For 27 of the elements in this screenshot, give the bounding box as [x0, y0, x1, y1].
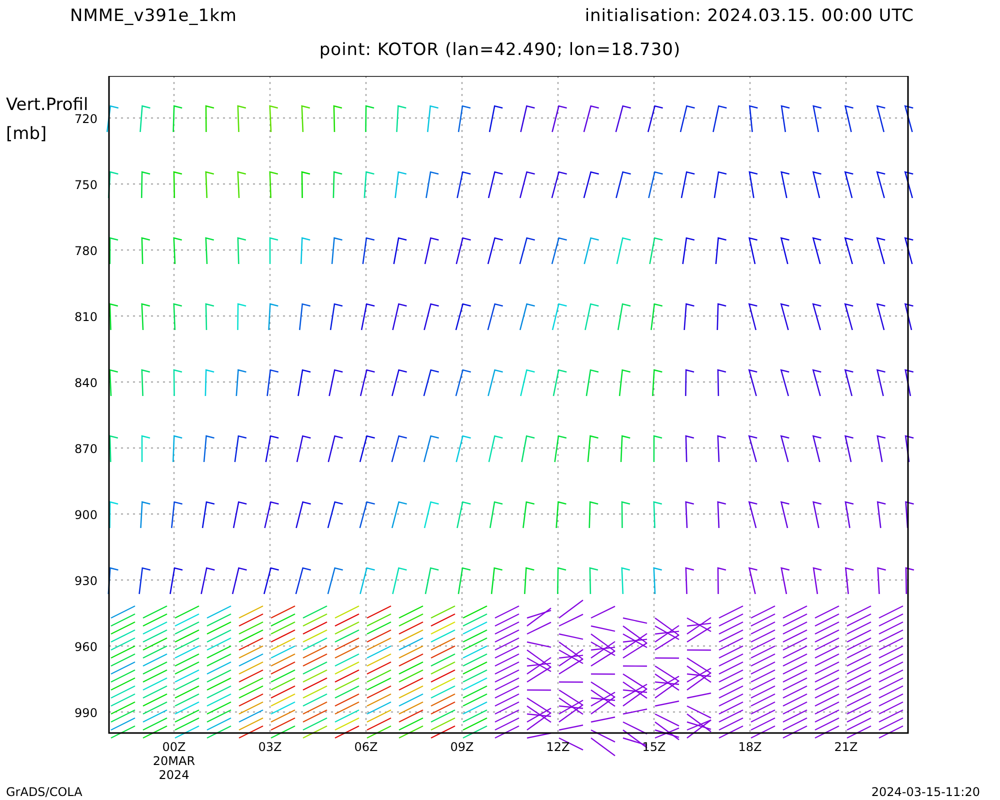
- x-axis-label: 06Z: [354, 740, 378, 754]
- y-axis-label: 810: [74, 310, 98, 324]
- x-axis-label: 12Z: [546, 740, 570, 754]
- x-axis-label: 03Z: [258, 740, 282, 754]
- software-credit: GrADS/COLA: [6, 785, 82, 799]
- x-axis-label: 15Z: [642, 740, 666, 754]
- initialisation-time: initialisation: 2024.03.15. 00:00 UTC: [584, 6, 914, 28]
- y-axis-title: Vert.Profil: [6, 95, 88, 115]
- model-name: NMME_v391e_1km: [70, 6, 237, 28]
- y-axis-label: 900: [74, 508, 98, 522]
- y-axis-label: 960: [74, 640, 98, 654]
- y-axis-label: 990: [74, 706, 98, 720]
- point-location: point: KOTOR (lan=42.490; lon=18.730): [319, 40, 681, 60]
- date-label: 20MAR: [152, 754, 196, 768]
- y-axis-label: 840: [74, 376, 98, 390]
- y-axis-label: 870: [74, 442, 98, 456]
- y-axis-unit: [mb]: [6, 124, 47, 144]
- date-label: 2024: [158, 768, 190, 781]
- x-axis-label: 00Z: [162, 740, 186, 754]
- y-axis-label: 780: [74, 244, 98, 258]
- render-timestamp: 2024-03-15-11:20: [871, 785, 980, 799]
- y-axis-label: 720: [74, 112, 98, 126]
- y-axis-label: 750: [74, 178, 98, 192]
- y-axis-label: 930: [74, 574, 98, 588]
- x-axis-label: 18Z: [738, 740, 762, 754]
- x-axis-label: 21Z: [834, 740, 858, 754]
- x-axis-label: 09Z: [450, 740, 474, 754]
